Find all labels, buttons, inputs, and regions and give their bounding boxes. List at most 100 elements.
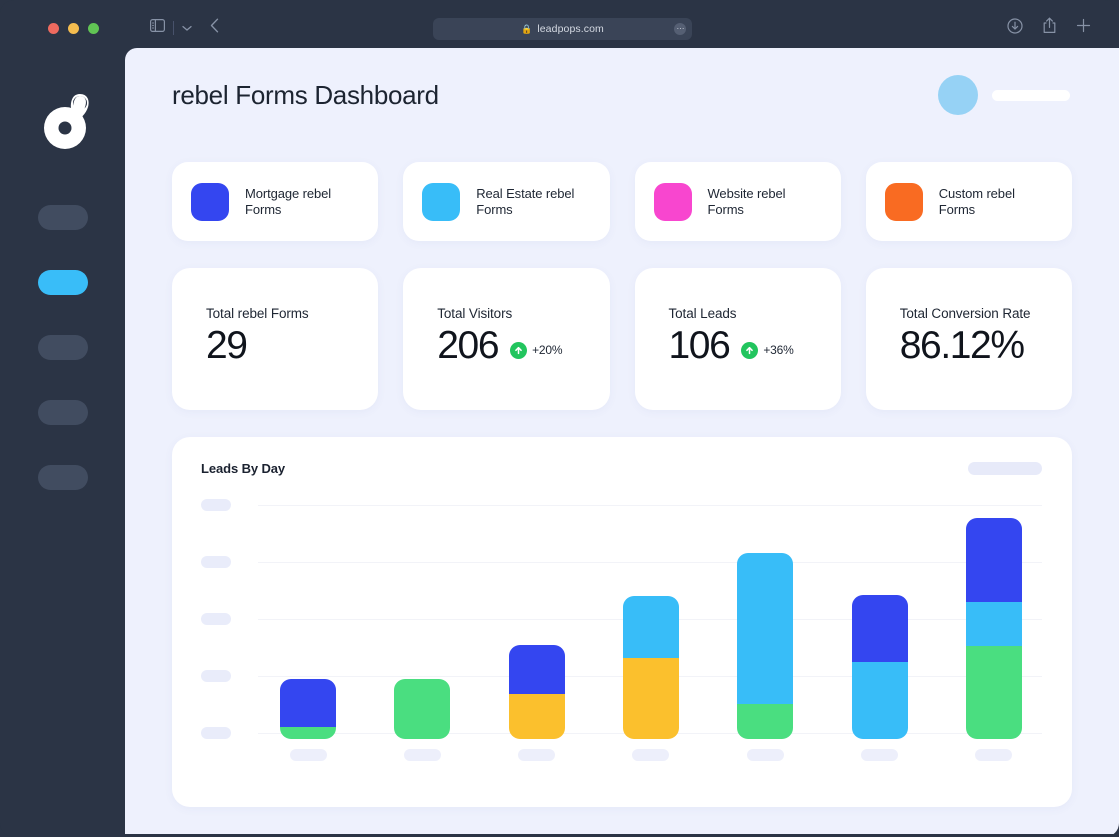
category-card-custom[interactable]: Custom rebel Forms (865, 162, 1072, 241)
stat-value: 206 (437, 324, 499, 367)
chart-bar[interactable] (280, 679, 336, 739)
chart-plot-area (201, 499, 1042, 767)
chart-x-tick-label (518, 749, 556, 761)
stat-card-total-leads: Total Leads 106 +36% (634, 268, 841, 410)
chevron-down-icon[interactable] (182, 19, 192, 37)
chart-x-tick-wrap (394, 749, 450, 761)
chart-bar-segment (622, 658, 679, 739)
chart-x-tick-label (289, 749, 327, 761)
stat-label: Total Visitors (437, 306, 513, 321)
sidebar-toggle-icon[interactable] (150, 19, 166, 37)
chart-bar-column (622, 596, 679, 739)
stat-card-total-visitors: Total Visitors 206 +20% (403, 268, 610, 410)
share-icon[interactable] (1042, 17, 1057, 39)
navigation-controls (150, 18, 219, 38)
arrow-up-icon (510, 341, 528, 359)
chart-bar-segment (851, 662, 908, 739)
sidebar-item-2[interactable] (37, 270, 88, 295)
category-cards: Mortgage rebel Forms Real Estate rebel F… (172, 162, 1072, 241)
stat-value-line: 29 (206, 324, 378, 368)
arrow-up-icon (741, 341, 759, 359)
stat-value-line: 86.12% (899, 324, 1072, 368)
chart-title: Leads By Day (201, 461, 286, 476)
chart-x-tick-wrap (966, 749, 1022, 761)
stat-value-line: 106 +36% (668, 324, 841, 368)
chart-bar[interactable] (508, 645, 565, 739)
sidebar-item-5[interactable] (37, 465, 88, 490)
stat-label: Total rebel Forms (206, 306, 309, 321)
category-card-mortgage[interactable]: Mortgage rebel Forms (172, 162, 379, 241)
toolbar-actions (1007, 17, 1091, 39)
chart-bar-segment (851, 595, 908, 662)
chart-y-axis (201, 499, 243, 739)
chart-x-tick-label (861, 749, 899, 761)
stat-card-conversion-rate: Total Conversion Rate 86.12% (865, 268, 1072, 410)
chart-bar[interactable] (394, 679, 451, 739)
chart-x-tick-label (975, 749, 1013, 761)
user-name-placeholder (992, 89, 1070, 101)
chart-bar[interactable] (851, 595, 908, 739)
page-header: rebel Forms Dashboard (172, 48, 1072, 115)
stat-value: 106 (668, 324, 731, 367)
chart-x-axis (258, 749, 1042, 761)
address-bar[interactable]: 🔒 leadpops.com ⋯ (433, 18, 692, 40)
chart-x-tick-label (403, 749, 441, 761)
page-title: rebel Forms Dashboard (172, 79, 439, 110)
chart-bar-segment (965, 518, 1022, 602)
chart-bar[interactable] (965, 518, 1022, 739)
chart-bar-segment (508, 645, 565, 694)
sidebar-item-1[interactable] (37, 205, 88, 230)
sidebar-nav (0, 205, 125, 530)
browser-toolbar: 🔒 leadpops.com ⋯ (0, 0, 1119, 48)
dashboard-page: rebel Forms Dashboard Mortgage rebel For… (125, 48, 1119, 834)
more-options-icon[interactable]: ⋯ (674, 23, 686, 35)
avatar[interactable] (938, 75, 978, 115)
chart-y-tick-label (201, 613, 231, 625)
category-swatch-icon (191, 182, 229, 221)
sidebar-item-4[interactable] (37, 400, 88, 425)
stat-delta-text: +36% (763, 343, 794, 358)
chart-y-tick-label (201, 556, 231, 568)
category-card-real-estate[interactable]: Real Estate rebel Forms (403, 162, 610, 241)
category-label: Mortgage rebel Forms (245, 185, 332, 217)
chart-bar-segment (737, 704, 794, 739)
user-menu[interactable] (938, 75, 1072, 115)
maximize-window-button[interactable] (88, 23, 99, 34)
download-icon[interactable] (1007, 17, 1023, 39)
stat-card-total-forms: Total rebel Forms 29 (172, 268, 379, 410)
chart-x-tick-label (746, 749, 784, 761)
plus-icon[interactable] (1076, 18, 1091, 38)
minimize-window-button[interactable] (68, 23, 79, 34)
chart-bar-segment (508, 694, 565, 739)
category-label: Website rebel Forms (707, 185, 786, 217)
chart-y-tick-label (201, 670, 231, 682)
close-window-button[interactable] (48, 23, 59, 34)
chart-x-tick-wrap (280, 749, 336, 761)
chart-y-tick-label (201, 499, 231, 511)
stat-label: Total Conversion Rate (899, 306, 1031, 321)
lock-icon: 🔒 (521, 23, 533, 34)
url-text: leadpops.com (537, 23, 604, 35)
chart-filter-placeholder[interactable] (968, 462, 1042, 475)
stat-value-line: 206 +20% (437, 324, 609, 368)
chart-bar[interactable] (622, 596, 679, 739)
toolbar-divider (173, 21, 174, 35)
chart-x-tick-wrap (509, 749, 565, 761)
category-card-website[interactable]: Website rebel Forms (634, 162, 841, 241)
sidebar-item-3[interactable] (37, 335, 88, 360)
stat-value: 86.12% (899, 324, 1025, 367)
leadpops-logo[interactable] (40, 86, 96, 152)
chart-bars (258, 499, 1042, 739)
stat-delta: +20% (510, 334, 563, 359)
chart-bar-column (280, 679, 336, 739)
window-controls (48, 23, 99, 34)
chart-bar-segment (622, 596, 679, 658)
chart-y-tick-label (201, 727, 231, 739)
chart-bar[interactable] (737, 553, 794, 739)
stat-cards: Total rebel Forms 29 Total Visitors 206 (172, 268, 1072, 410)
back-arrow-icon[interactable] (210, 18, 219, 38)
chart-header: Leads By Day (201, 461, 1042, 476)
chart-bar-segment (737, 553, 794, 704)
chart-bar-column (508, 645, 565, 739)
chart-x-tick-label (632, 749, 670, 761)
